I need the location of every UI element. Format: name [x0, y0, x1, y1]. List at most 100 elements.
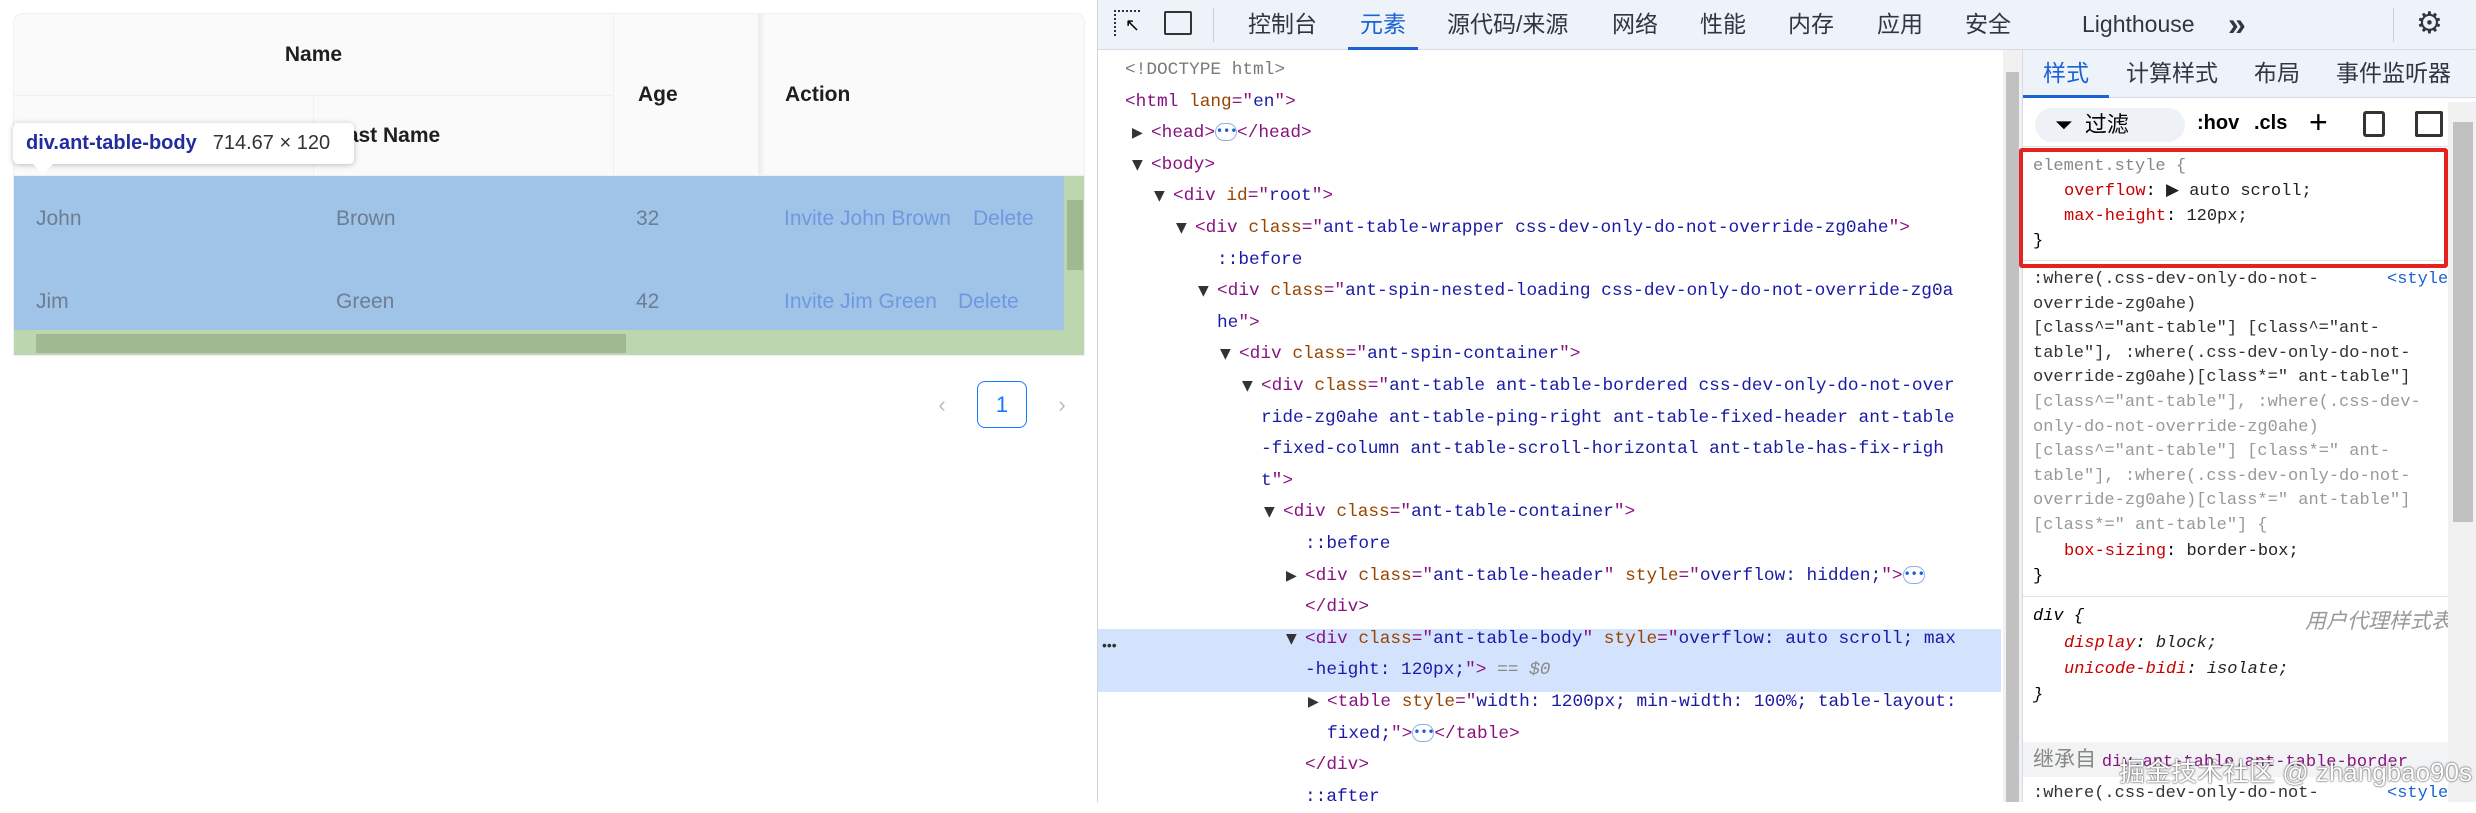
dom-node-line[interactable]: ::before — [1305, 529, 1390, 561]
tab-computed[interactable]: 计算样式 — [2126, 50, 2218, 98]
code-token: ant-table-container — [1411, 502, 1614, 523]
code-token: =" — [1411, 628, 1434, 649]
tab-lighthouse[interactable]: Lighthouse — [2082, 0, 2195, 50]
paint-brush-icon[interactable] — [2363, 111, 2385, 137]
code-token: =" — [1367, 376, 1390, 396]
tab-sources[interactable]: 源代码/来源 — [1447, 0, 1568, 50]
tab-console[interactable]: 控制台 — [1248, 0, 1317, 50]
collapse-triangle-icon[interactable]: ▼ — [1176, 220, 1187, 236]
dom-node-line[interactable]: <table style="width: 1200px; min-width: … — [1327, 687, 1957, 719]
selector-line: override-zg0ahe)[class*=" ant-table"] — [2033, 368, 2411, 388]
dom-node-line[interactable]: ::after — [1305, 782, 1380, 813]
dom-node-line[interactable]: <html lang="en"> — [1125, 87, 1296, 119]
dom-node-line[interactable]: <body> — [1151, 150, 1215, 182]
collapse-triangle-icon[interactable]: ▼ — [1198, 283, 1209, 299]
hov-button[interactable]: :hov — [2197, 112, 2239, 135]
collapse-triangle-icon[interactable]: ▼ — [1154, 188, 1165, 204]
tab-layout[interactable]: 布局 — [2254, 50, 2300, 98]
collapse-triangle-icon[interactable]: ▼ — [1242, 378, 1253, 394]
dom-node-line[interactable]: <div class="ant-table-wrapper css-dev-on… — [1195, 213, 1910, 245]
cls-button[interactable]: .cls — [2254, 112, 2287, 135]
dom-node-line[interactable]: <div class="ant-table-container"> — [1283, 497, 1635, 529]
horizontal-scrollbar[interactable] — [14, 330, 1084, 355]
inspect-element-icon[interactable]: ↖ — [1114, 10, 1140, 36]
header-age[interactable]: Age — [614, 14, 759, 176]
tab-elements[interactable]: 元素 — [1348, 0, 1418, 50]
selector-line: table"], :where(.css-dev-only-do-not- — [2033, 466, 2411, 486]
code-token: <table — [1327, 692, 1402, 712]
dom-node-line[interactable]: <!DOCTYPE html> — [1125, 55, 1285, 87]
prev-page-chevron-icon[interactable]: ‹ — [930, 381, 954, 428]
collapse-triangle-icon[interactable]: ▼ — [1264, 504, 1275, 520]
toggle-sidebar-icon[interactable] — [2415, 111, 2443, 137]
dom-node-line[interactable]: ::before — [1217, 245, 1302, 277]
tab-memory[interactable]: 内存 — [1788, 0, 1834, 50]
tab-styles[interactable]: 样式 — [2023, 50, 2109, 98]
invite-link[interactable]: Invite John Brown — [784, 207, 951, 231]
header-name[interactable]: Name — [14, 14, 614, 96]
page-1-button[interactable]: 1 — [977, 381, 1027, 428]
code-token: width: 1200px; min-width: 100%; table-la… — [1476, 692, 1957, 712]
dom-node-line[interactable]: fixed;">•••</table> — [1327, 719, 1520, 751]
code-token: class — [1336, 502, 1390, 523]
device-toolbar-icon[interactable] — [1164, 11, 1192, 35]
code-token: =" — [1411, 565, 1434, 586]
delete-link[interactable]: Delete — [958, 290, 1019, 314]
dom-node-line[interactable]: <head>•••</head> — [1151, 118, 1312, 150]
code-token: class — [1314, 376, 1368, 396]
dom-node-line[interactable]: </div> — [1305, 750, 1369, 782]
tab-network[interactable]: 网络 — [1612, 0, 1658, 50]
expand-ellipsis-button[interactable]: ••• — [1412, 723, 1435, 742]
expand-triangle-icon[interactable]: ▶ — [1308, 694, 1319, 710]
vertical-scrollbar[interactable] — [1064, 176, 1084, 330]
new-rule-plus-icon[interactable]: + — [2309, 104, 2328, 141]
cell-last: Brown — [336, 207, 396, 230]
more-options-icon[interactable]: ••• — [1102, 630, 1117, 661]
tab-performance[interactable]: 性能 — [1700, 0, 1746, 50]
dom-node-line[interactable]: <div class="ant-spin-container"> — [1239, 339, 1580, 371]
tab-application[interactable]: 应用 — [1877, 0, 1923, 50]
header-action: Action — [759, 14, 1084, 176]
styles-scrollbar[interactable] — [2448, 102, 2476, 802]
dom-node-line[interactable]: <div class="ant-table-header" style="ove… — [1305, 561, 1925, 593]
invite-link[interactable]: Invite Jim Green — [784, 290, 937, 314]
collapse-triangle-icon[interactable]: ▼ — [1220, 346, 1231, 362]
code-token: ant-table-wrapper css-dev-only-do-not-ov… — [1323, 218, 1889, 238]
expand-ellipsis-button[interactable]: ••• — [1902, 565, 1925, 584]
expand-triangle-icon[interactable]: ▶ — [1286, 568, 1297, 584]
dom-node-line[interactable]: <div class="ant-table ant-table-bordered… — [1261, 371, 1955, 403]
selector-line: [class^="ant-table"] [class^="ant- — [2033, 319, 2380, 339]
tab-event-listeners[interactable]: 事件监听器 — [2336, 50, 2451, 98]
code-token: class — [1248, 218, 1302, 238]
delete-link[interactable]: Delete — [973, 207, 1034, 231]
header-last-name[interactable]: Last Name — [314, 96, 614, 176]
code-token: ant-table ant-table-bordered css-dev-onl… — [1389, 376, 1955, 396]
dom-node-line[interactable]: ride-zg0ahe ant-table-ping-right ant-tab… — [1261, 403, 1955, 435]
code-token: class — [1358, 565, 1412, 586]
code-token: "> — [1311, 186, 1334, 207]
settings-gear-icon[interactable]: ⚙ — [2416, 0, 2443, 50]
expand-triangle-icon[interactable]: ▶ — [1132, 125, 1143, 141]
css-declaration[interactable]: box-sizing: border-box; — [2064, 540, 2299, 565]
dom-node-line[interactable]: -fixed-column ant-table-scroll-horizonta… — [1261, 434, 1944, 466]
collapse-triangle-icon[interactable]: ▼ — [1286, 631, 1297, 647]
code-token: " — [1603, 565, 1626, 586]
dom-node-line-selected[interactable]: <div class="ant-table-body" style="overf… — [1305, 624, 1956, 656]
dom-node-line[interactable]: -height: 120px;"> == $0 — [1305, 655, 1550, 687]
dom-node-line[interactable]: <div class="ant-spin-nested-loading css-… — [1217, 276, 1953, 308]
collapse-triangle-icon[interactable]: ▼ — [1132, 157, 1143, 173]
web-page: Name First Name Last Name Age Action Joh… — [0, 0, 1097, 802]
code-token: ::after — [1305, 786, 1380, 807]
selector-line: :where(.css-dev-only-do-not- — [2033, 270, 2319, 289]
next-page-chevron-icon[interactable]: › — [1050, 381, 1074, 428]
where-rule-selector: :where(.css-dev-only-do-not-override-zg0… — [2033, 268, 2421, 539]
dom-node-line[interactable]: t"> — [1261, 466, 1293, 498]
filter-input[interactable]: ⏷ 过滤 — [2035, 108, 2185, 142]
code-token: -height: 120px; — [1305, 660, 1466, 681]
more-tabs-icon[interactable]: » — [2228, 0, 2246, 50]
tab-security[interactable]: 安全 — [1965, 0, 2011, 50]
expand-ellipsis-button[interactable]: ••• — [1215, 123, 1237, 142]
dom-node-line[interactable]: </div> — [1305, 592, 1369, 624]
dom-node-line[interactable]: <div id="root"> — [1173, 181, 1333, 213]
dom-node-line[interactable]: he"> — [1217, 308, 1260, 340]
